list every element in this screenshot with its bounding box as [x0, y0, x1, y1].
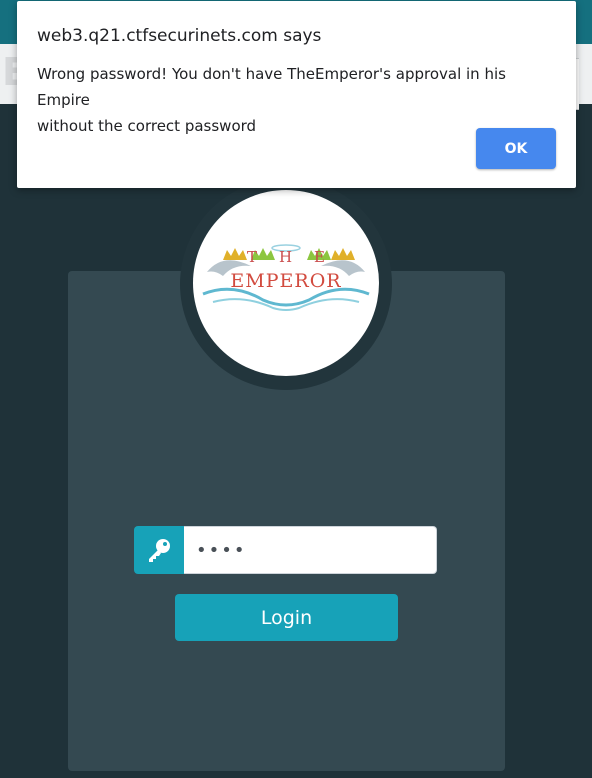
logo-top-text: THE [246, 248, 348, 266]
login-button[interactable]: Login [175, 594, 398, 641]
alert-dialog: web3.q21.ctfsecurinets.com says Wrong pa… [17, 1, 576, 188]
emperor-logo: THE EMPEROR [193, 190, 379, 376]
password-input[interactable] [184, 526, 437, 574]
key-icon [149, 539, 170, 562]
dialog-title: web3.q21.ctfsecurinets.com says [37, 26, 322, 46]
ok-button[interactable]: OK [476, 128, 556, 169]
logo-main-text: EMPEROR [230, 270, 342, 292]
password-key-addon [134, 526, 184, 574]
